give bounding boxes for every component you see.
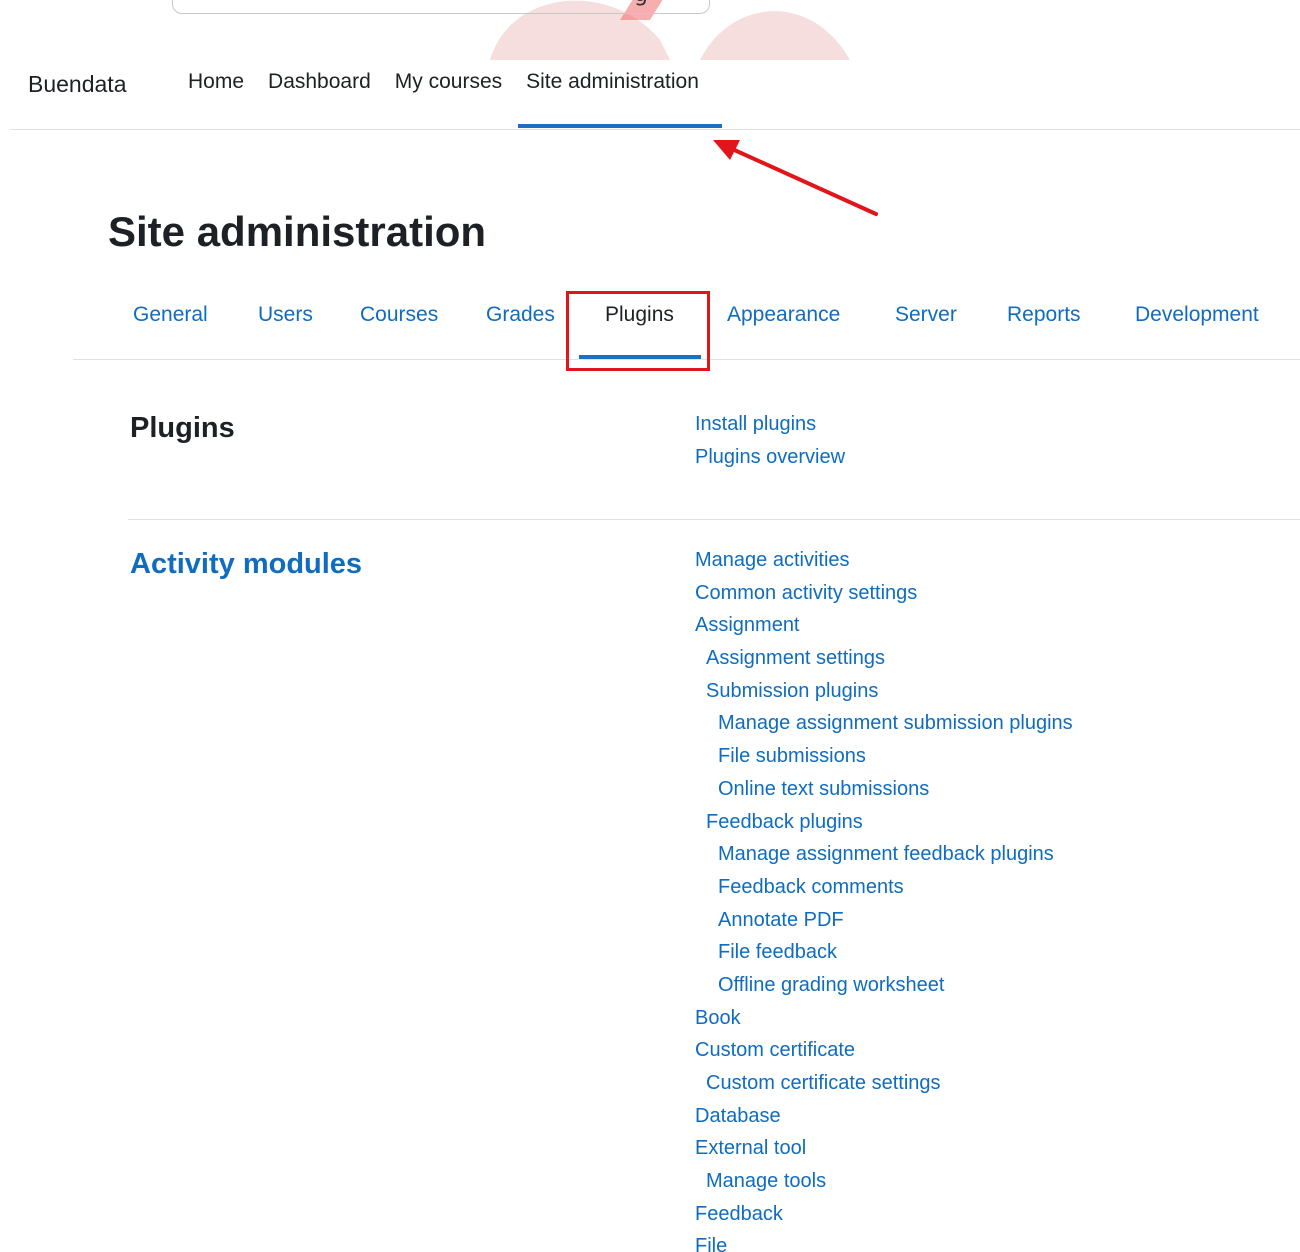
tabs-divider <box>73 359 1300 360</box>
admin-link[interactable]: Manage assignment feedback plugins <box>695 838 1073 871</box>
nav-home[interactable]: Home <box>188 70 244 94</box>
tab-plugins[interactable]: Plugins <box>605 303 674 327</box>
tab-development[interactable]: Development <box>1135 303 1259 327</box>
primary-nav-active-indicator <box>518 124 722 128</box>
admin-link[interactable]: Manage assignment submission plugins <box>695 707 1073 740</box>
nav-my-courses[interactable]: My courses <box>395 70 502 94</box>
admin-link[interactable]: Feedback comments <box>695 871 1073 904</box>
plugins-link-list: Install plugins Plugins overview <box>695 408 845 473</box>
admin-link[interactable]: File feedback <box>695 936 1073 969</box>
admin-link[interactable]: File <box>695 1230 1073 1252</box>
tab-courses[interactable]: Courses <box>360 303 438 327</box>
admin-link[interactable]: Install plugins <box>695 408 845 441</box>
site-brand[interactable]: Buendata <box>28 71 126 98</box>
tab-users[interactable]: Users <box>258 303 313 327</box>
admin-link[interactable]: Custom certificate settings <box>695 1067 1073 1100</box>
header-divider <box>10 129 1300 130</box>
admin-link[interactable]: Assignment settings <box>695 642 1073 675</box>
admin-link[interactable]: Manage activities <box>695 544 1073 577</box>
admin-link[interactable]: Plugins overview <box>695 441 845 474</box>
activity-modules-link-list: Manage activities Common activity setting… <box>695 544 1073 1252</box>
admin-link[interactable]: Database <box>695 1100 1073 1133</box>
admin-link[interactable]: Manage tools <box>695 1165 1073 1198</box>
admin-link[interactable]: Online text submissions <box>695 773 1073 806</box>
annotation-arrow-icon <box>713 140 878 216</box>
top-search-input[interactable] <box>172 0 710 14</box>
tab-grades[interactable]: Grades <box>486 303 555 327</box>
admin-link[interactable]: Assignment <box>695 609 1073 642</box>
admin-link[interactable]: Custom certificate <box>695 1034 1073 1067</box>
tab-reports[interactable]: Reports <box>1007 303 1081 327</box>
admin-link[interactable]: External tool <box>695 1132 1073 1165</box>
page: g Buendata Home Dashboard My courses Sit… <box>0 0 1300 1252</box>
admin-link[interactable]: Feedback <box>695 1198 1073 1231</box>
top-search-glyph: g <box>634 0 648 7</box>
admin-link[interactable]: Feedback plugins <box>695 806 1073 839</box>
admin-link[interactable]: Book <box>695 1002 1073 1035</box>
admin-link[interactable]: Offline grading worksheet <box>695 969 1073 1002</box>
admin-link[interactable]: Annotate PDF <box>695 904 1073 937</box>
primary-navigation: Home Dashboard My courses Site administr… <box>188 70 699 94</box>
tab-appearance[interactable]: Appearance <box>727 303 840 327</box>
section-heading-activity-modules[interactable]: Activity modules <box>130 548 362 581</box>
nav-site-administration[interactable]: Site administration <box>526 70 699 94</box>
section-heading-plugins: Plugins <box>130 412 235 444</box>
tab-general[interactable]: General <box>133 303 208 327</box>
admin-link[interactable]: Common activity settings <box>695 577 1073 610</box>
tab-server[interactable]: Server <box>895 303 957 327</box>
nav-dashboard[interactable]: Dashboard <box>268 70 371 94</box>
admin-link[interactable]: File submissions <box>695 740 1073 773</box>
page-title: Site administration <box>108 208 487 255</box>
admin-link[interactable]: Submission plugins <box>695 675 1073 708</box>
section-divider <box>128 519 1300 520</box>
